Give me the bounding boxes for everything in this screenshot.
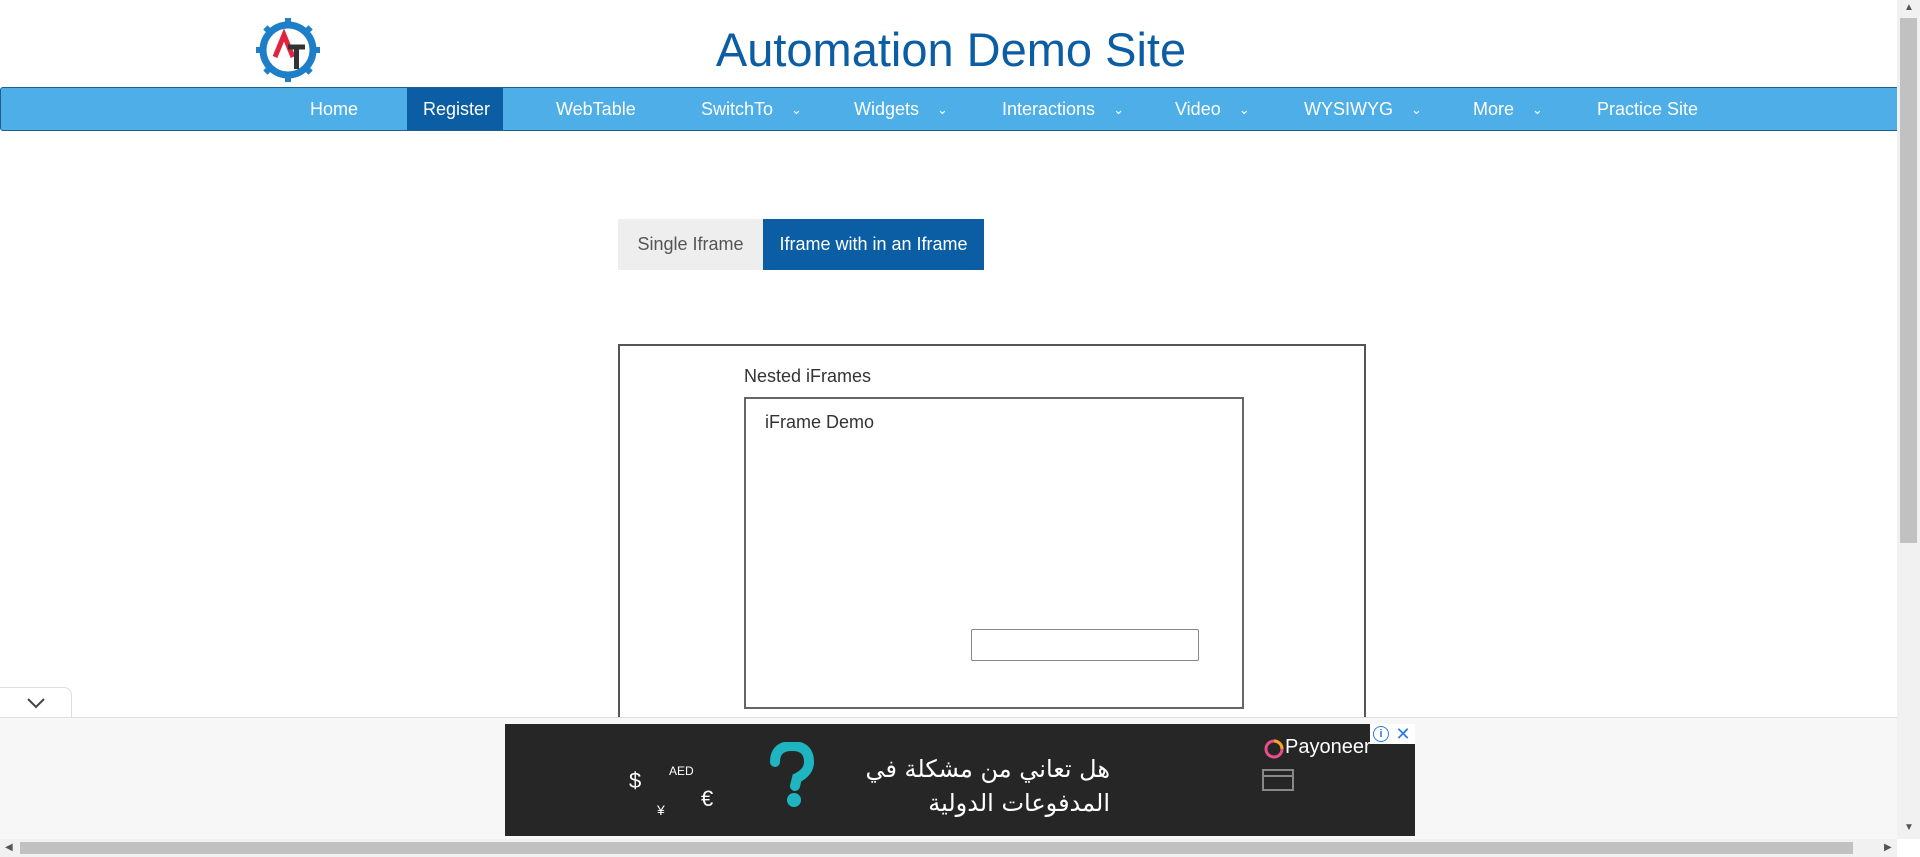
nav-practice-site-label: Practice Site (1597, 99, 1699, 119)
ad-text-line1: هل تعاني من مشكلة في (865, 755, 1110, 783)
nav-register[interactable]: Register (407, 88, 503, 130)
ad-info-icon[interactable]: i (1373, 726, 1389, 742)
nav-interactions-label: Interactions (1002, 99, 1096, 119)
nav-wysiwyg[interactable]: WYSIWYG ⌄ (1288, 88, 1438, 130)
inner-iframe: iFrame Demo (744, 397, 1244, 709)
nav-video-label: Video (1175, 99, 1221, 119)
nav-video[interactable]: Video ⌄ (1159, 88, 1266, 130)
card-icon (1262, 769, 1294, 791)
nav-home[interactable]: Home (294, 88, 374, 130)
question-mark-icon (770, 742, 815, 807)
nav-practice-site[interactable]: Practice Site (1581, 88, 1714, 130)
nav-interactions[interactable]: Interactions ⌄ (986, 88, 1140, 130)
scroll-right-arrow-icon[interactable]: ▶ (1884, 842, 1892, 853)
payoneer-logo-icon (1264, 739, 1284, 759)
iframe-text-input[interactable] (971, 629, 1199, 661)
nav-home-label: Home (310, 99, 359, 119)
chevron-down-icon: ⌄ (1238, 102, 1250, 117)
ad-brand: Payoneer (1285, 736, 1371, 758)
nav-webtable-label: WebTable (556, 99, 636, 119)
ad-close-icon[interactable]: ✕ (1393, 724, 1413, 744)
advertisement-banner[interactable]: $ AED ¥ € هل تعاني من مشكلة في المدفوعات… (505, 724, 1415, 836)
chevron-down-icon (26, 698, 45, 709)
aed-symbol: AED (669, 764, 694, 778)
site-title: Automation Demo Site (715, 23, 1187, 76)
ad-text-line2: المدفوعات الدولية (928, 789, 1110, 817)
scroll-left-arrow-icon[interactable]: ◀ (5, 842, 13, 853)
outer-iframe: Nested iFrames iFrame Demo (618, 344, 1366, 724)
dollar-symbol: $ (629, 768, 642, 793)
main-navbar: Home Register WebTable SwitchTo ⌄ Widgets… (0, 87, 1899, 131)
chevron-down-icon: ⌄ (1411, 102, 1422, 117)
nav-more[interactable]: More ⌄ (1457, 88, 1559, 130)
euro-symbol: € (701, 786, 714, 811)
yen-symbol: ¥ (657, 802, 665, 818)
nav-switchto[interactable]: SwitchTo ⌄ (685, 88, 818, 130)
chevron-down-icon: ⌄ (937, 102, 948, 117)
nav-widgets-label: Widgets (854, 99, 920, 119)
iframe-demo-label: iFrame Demo (765, 412, 875, 432)
chevron-down-icon: ⌄ (791, 102, 802, 117)
vertical-scroll-thumb[interactable] (1900, 18, 1917, 543)
horizontal-scrollbar[interactable]: ◀ ▶ (0, 839, 1897, 857)
chevron-down-icon: ⌄ (1532, 102, 1543, 117)
ad-collapse-button[interactable] (0, 687, 72, 717)
nav-switchto-label: SwitchTo (701, 99, 774, 119)
chevron-down-icon: ⌄ (1113, 102, 1124, 117)
ad-text: هل تعاني من مشكلة في المدفوعات الدولية (850, 752, 1110, 820)
tab-single-iframe[interactable]: Single Iframe (618, 219, 763, 270)
nav-wysiwyg-label: WYSIWYG (1304, 99, 1393, 119)
nav-register-label: Register (423, 99, 491, 119)
vertical-scrollbar[interactable]: ▲ ▼ (1897, 0, 1920, 839)
nested-iframes-label: Nested iFrames (744, 366, 872, 386)
scroll-down-arrow-icon[interactable]: ▼ (1904, 822, 1914, 833)
nav-widgets[interactable]: Widgets ⌄ (838, 88, 964, 130)
tab-iframe-within-iframe[interactable]: Iframe with in an Iframe (763, 219, 984, 270)
scroll-up-arrow-icon[interactable]: ▲ (1904, 2, 1914, 13)
horizontal-scroll-thumb[interactable] (20, 842, 1853, 854)
nav-webtable[interactable]: WebTable (540, 88, 652, 130)
nav-more-label: More (1473, 99, 1515, 119)
